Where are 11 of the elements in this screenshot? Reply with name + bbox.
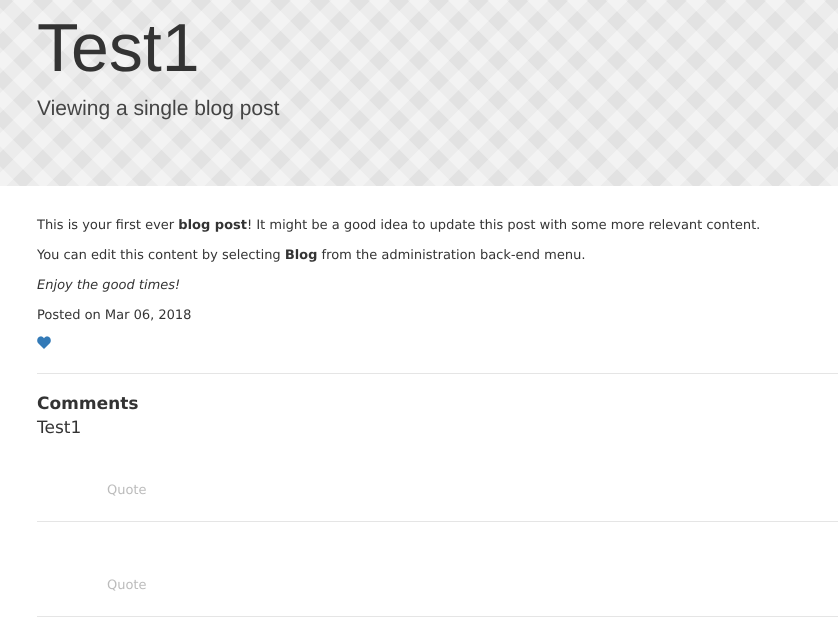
page-title: Test1 <box>37 12 200 84</box>
emphasis-text: Enjoy the good times! <box>37 277 180 295</box>
heart-icon[interactable] <box>37 336 51 349</box>
comments-heading: Comments <box>37 393 138 416</box>
quote-link[interactable]: Quote <box>107 481 147 501</box>
post-text: This is your first ever blog post! It might be a good idea to update this post with some more relevant content. <box>37 217 760 235</box>
comment-author: Test1 <box>37 417 82 440</box>
post-text: You can edit this content by selecting Blog from the administration back-end menu. <box>37 247 586 265</box>
post-text: Posted on Mar 06, 2018 <box>37 307 192 325</box>
page-subtitle: Viewing a single blog post <box>37 96 280 122</box>
quote-link[interactable]: Quote <box>107 576 147 596</box>
